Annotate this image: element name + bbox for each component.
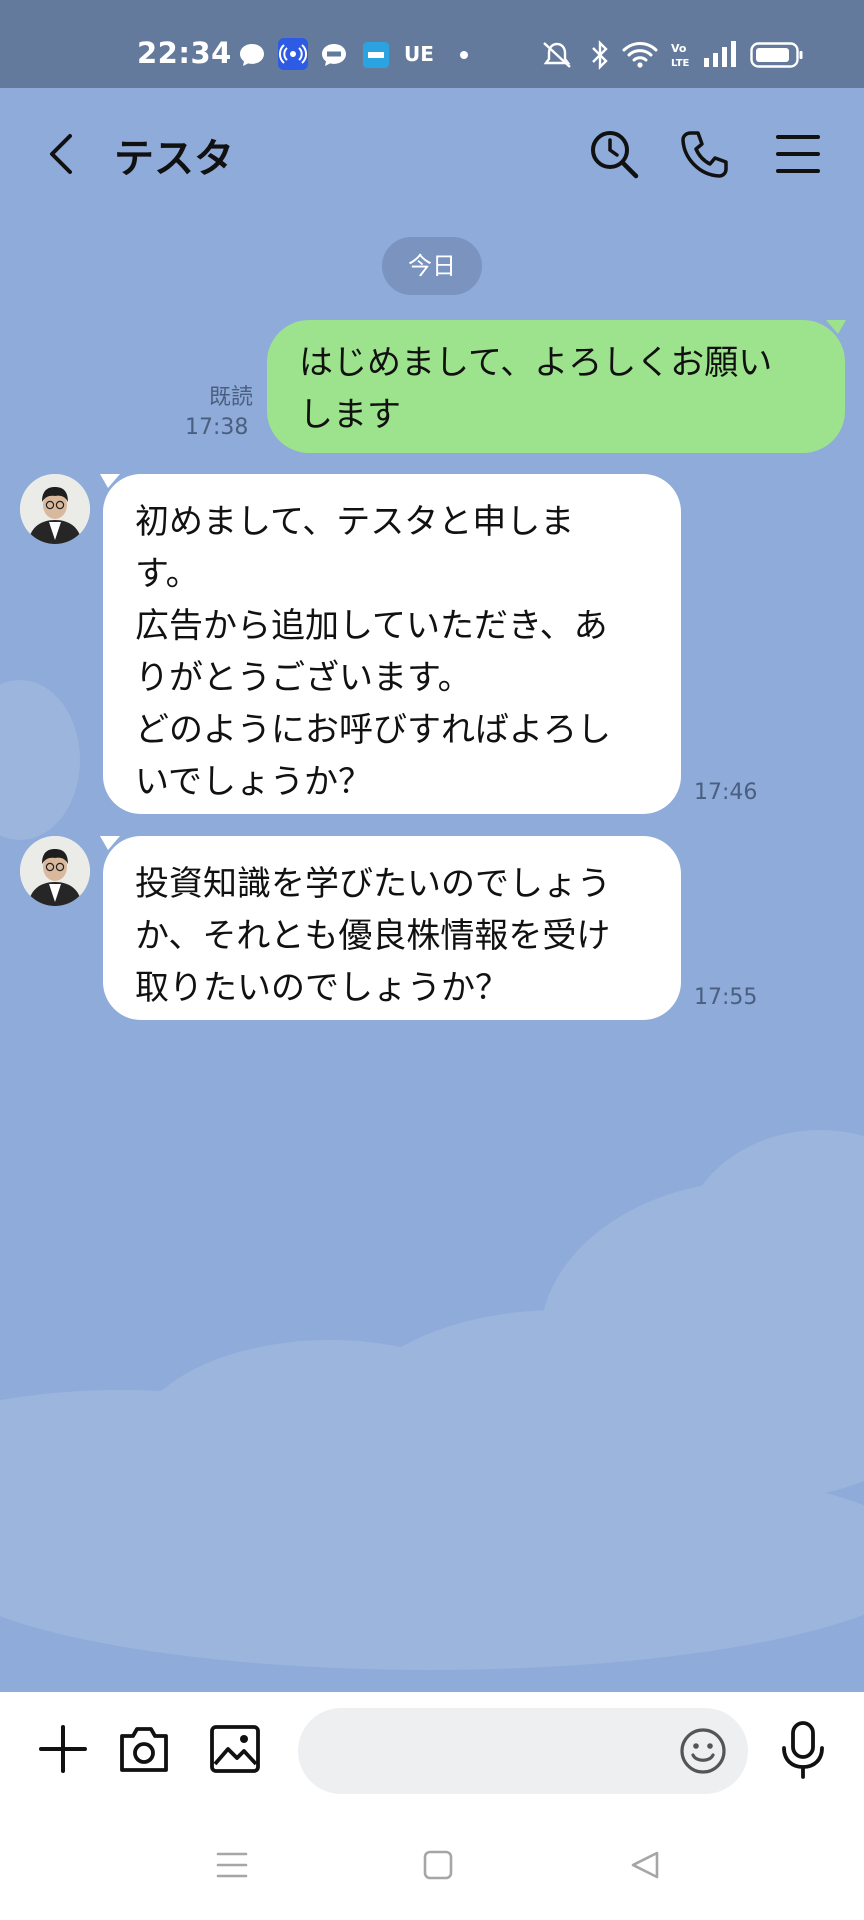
input-bar (0, 1692, 864, 1920)
incoming-message-bubble[interactable]: 投資知識を学びたいのでしょう か、それとも優良株情報を受け 取りたいのでしょうか… (103, 836, 681, 1020)
message-line: いでしょうか？ (135, 762, 372, 802)
microphone-icon[interactable] (778, 1720, 828, 1780)
outgoing-message-bubble[interactable]: はじめまして、よろしくお願い します (267, 320, 845, 453)
broadcast-icon (278, 38, 308, 70)
incoming-message-bubble[interactable]: 初めまして、テスタと申しま す。 広告から追加していただき、あ りがとうございま… (103, 474, 681, 814)
emoji-icon[interactable] (678, 1726, 728, 1776)
chat-title: テスタ (114, 136, 234, 182)
chat-header: テスタ (0, 88, 864, 218)
signal-icon (704, 41, 736, 67)
message-line: りがとうございます。 (135, 658, 472, 698)
message-line: 取りたいのでしょうか？ (135, 968, 509, 1008)
message-line: 投資知識を学びたいのでしょう (135, 864, 611, 904)
message-meta: 既読 17:38 (185, 383, 253, 443)
message-time: 17:55 (694, 985, 758, 1010)
message-line: はじめまして、よろしくお願い (299, 343, 773, 383)
status-bar: 22:34 UE Vo LTE (0, 0, 864, 88)
search-history-icon[interactable] (588, 128, 640, 180)
avatar-image (20, 836, 90, 906)
message-line: 初めまして、テスタと申しま (135, 502, 575, 542)
message-time: 17:38 (185, 415, 249, 440)
plus-icon[interactable] (38, 1724, 88, 1774)
bubble-tail (826, 320, 846, 334)
message-time: 17:46 (694, 780, 758, 805)
read-receipt: 既読 (208, 385, 253, 410)
avatar-image (20, 474, 90, 544)
line-icon (322, 44, 346, 66)
menu-nav-icon[interactable] (216, 1850, 248, 1880)
dot-icon (460, 51, 468, 59)
message-line: か、それとも優良株情報を受け (135, 916, 611, 956)
avatar[interactable] (20, 474, 90, 544)
svg-text:LTE: LTE (671, 58, 690, 69)
back-nav-icon[interactable] (629, 1850, 661, 1880)
bluetooth-icon (592, 40, 608, 70)
message-line: す。 (135, 554, 200, 594)
ue-icon: UE (404, 42, 434, 66)
svg-text:Vo: Vo (671, 42, 687, 55)
home-nav-icon[interactable] (423, 1850, 453, 1880)
message-line: 広告から追加していただき、あ (135, 606, 608, 646)
chat-screen: 22:34 UE Vo LTE テスタ 今日 はじめまして、よろしくお願い しま… (0, 0, 864, 1920)
camera-icon[interactable] (117, 1724, 171, 1774)
image-icon[interactable] (209, 1724, 261, 1774)
avatar[interactable] (20, 836, 90, 906)
phone-icon[interactable] (679, 128, 731, 180)
status-time: 22:34 (137, 36, 232, 70)
message-line: どのようにお呼びすればよろし (135, 710, 611, 750)
wifi-icon (622, 42, 658, 68)
date-separator: 今日 (382, 237, 482, 295)
back-icon[interactable] (40, 130, 84, 178)
message-line: します (299, 395, 401, 435)
menu-icon[interactable] (772, 128, 824, 180)
battery-icon (750, 42, 803, 68)
mute-icon (543, 42, 571, 68)
app-icon (363, 42, 389, 68)
chat-bubble-icon (240, 44, 264, 66)
volte-icon: Vo LTE (671, 42, 690, 69)
